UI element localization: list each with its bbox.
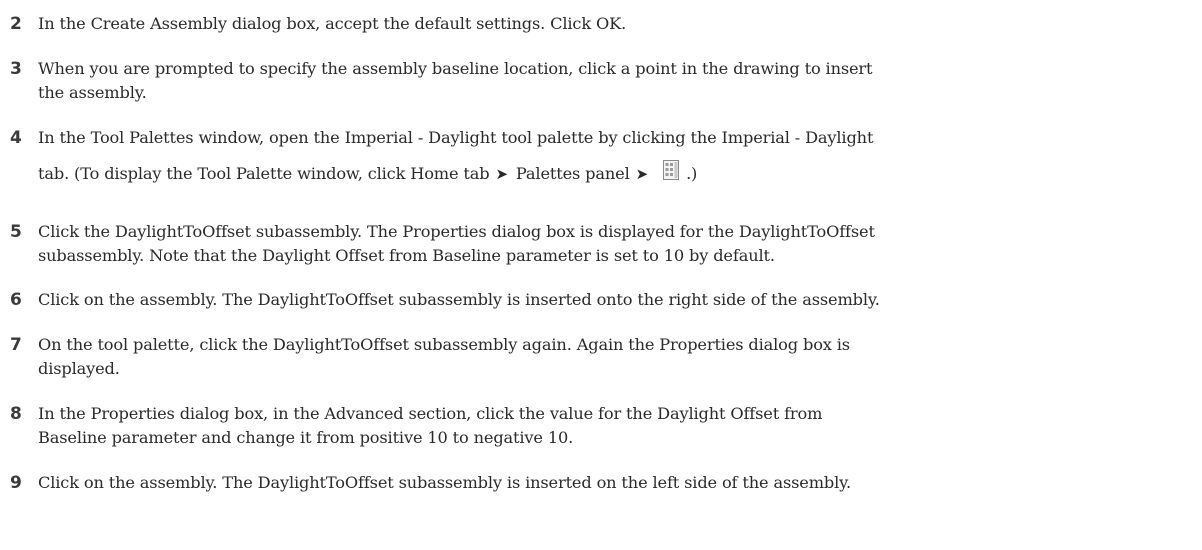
step-number: 4 [10, 128, 22, 148]
step-text-line: the assembly. [38, 83, 147, 102]
menu-arrow-icon: ➤ [635, 165, 649, 183]
step-text-segment: tab. (To display the Tool Palette window… [38, 164, 490, 183]
step-text-line: Click on the assembly. The DaylightToOff… [38, 473, 851, 492]
step-text-line: tab. (To display the Tool Palette window… [38, 159, 1198, 186]
step-number: 8 [10, 404, 22, 424]
step-text-line: In the Create Assembly dialog box, accep… [38, 14, 627, 33]
step-text-line: Click on the assembly. The DaylightToOff… [38, 290, 880, 309]
step-number: 6 [10, 290, 22, 310]
tool-palette-icon [663, 160, 680, 180]
step-text-line: Click the DaylightToOffset subassembly. … [38, 222, 875, 241]
step-text-line: In the Tool Palettes window, open the Im… [38, 128, 874, 147]
step-number: 7 [10, 335, 22, 355]
step-text: Click the DaylightToOffset subassembly. … [38, 220, 1198, 268]
step-number: 9 [10, 473, 22, 493]
step-number: 5 [10, 222, 22, 242]
step-text: When you are prompted to specify the ass… [38, 57, 1198, 105]
step-text: Click on the assembly. The DaylightToOff… [38, 288, 1198, 312]
step-text-line: displayed. [38, 359, 120, 378]
step-text-line: subassembly. Note that the Daylight Offs… [38, 246, 775, 265]
step-text-line: On the tool palette, click the DaylightT… [38, 335, 850, 354]
step-number: 3 [10, 59, 22, 79]
step-text-segment: .) [686, 164, 698, 183]
step-text-line: When you are prompted to specify the ass… [38, 59, 873, 78]
step-text-segment: Palettes panel [515, 164, 630, 183]
step-text-line: Baseline parameter and change it from po… [38, 428, 574, 447]
step-text-line: In the Properties dialog box, in the Adv… [38, 404, 823, 423]
step-text: In the Properties dialog box, in the Adv… [38, 402, 1198, 450]
step-text: In the Create Assembly dialog box, accep… [38, 12, 1198, 36]
step-text: On the tool palette, click the DaylightT… [38, 333, 1198, 381]
step-number: 2 [10, 14, 22, 34]
step-text: Click on the assembly. The DaylightToOff… [38, 471, 1198, 495]
step-text: In the Tool Palettes window, open the Im… [38, 126, 1198, 186]
menu-arrow-icon: ➤ [495, 165, 509, 183]
